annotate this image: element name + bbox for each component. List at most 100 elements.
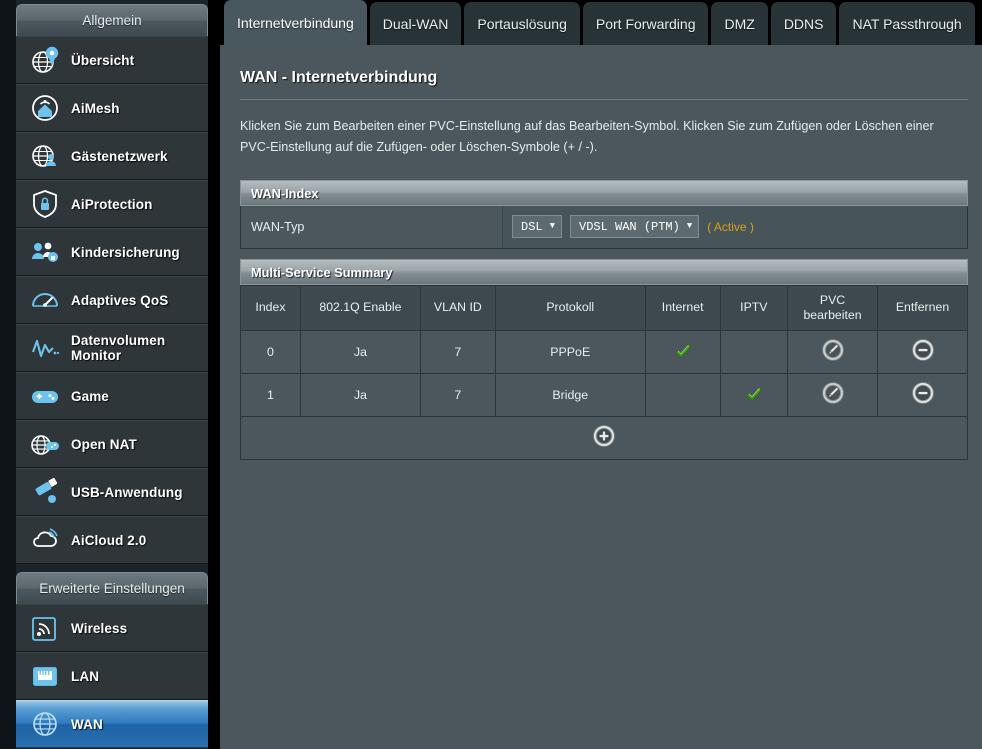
multi-service-panel-title: Multi-Service Summary xyxy=(240,259,968,285)
sidebar-item-label: Kindersicherung xyxy=(71,245,180,260)
cell-edit-pvc xyxy=(788,373,878,416)
ethernet-port-icon xyxy=(28,659,62,693)
column-header: PVC bearbeiten xyxy=(788,285,878,330)
sidebar-item-label: AiProtection xyxy=(71,197,152,212)
check-icon xyxy=(674,341,692,359)
wan-interface-select-value: VDSL WAN (PTM) xyxy=(579,220,680,234)
remove-minus-icon[interactable] xyxy=(911,381,935,405)
wan-type-controls: DSL ▼ VDSL WAN (PTM) ▼ ( Active ) xyxy=(503,206,967,248)
sidebar-item-adaptives-qos[interactable]: Adaptives QoS xyxy=(16,276,208,324)
tab-dual-wan[interactable]: Dual-WAN xyxy=(370,2,462,46)
tab-bar: InternetverbindungDual-WANPortauslösungP… xyxy=(220,0,982,46)
sidebar-item-label: USB-Anwendung xyxy=(71,485,183,500)
sidebar-item-label: Wireless xyxy=(71,621,127,636)
wan-type-select-value: DSL xyxy=(521,220,543,234)
wan-interface-select[interactable]: VDSL WAN (PTM) ▼ xyxy=(570,215,699,238)
waveform-icon xyxy=(28,331,62,365)
page-description: Klicken Sie zum Bearbeiten einer PVC-Ein… xyxy=(230,100,972,174)
wan-type-select[interactable]: DSL ▼ xyxy=(512,215,562,238)
cell-vlan-id: 7 xyxy=(420,373,495,416)
cell-iptv-disabled xyxy=(720,330,787,373)
globe-pin-icon xyxy=(28,43,62,77)
cell-iptv-enabled xyxy=(720,373,787,416)
sidebar-item-wireless[interactable]: Wireless xyxy=(16,604,208,652)
wan-type-label: WAN-Typ xyxy=(241,206,503,248)
column-header: Entfernen xyxy=(878,285,968,330)
wan-status-note: ( Active ) xyxy=(707,220,754,234)
tab-internetverbindung[interactable]: Internetverbindung xyxy=(224,0,367,46)
wan-type-row: WAN-Typ DSL ▼ VDSL WAN (PTM) ▼ ( Active … xyxy=(241,206,967,248)
parental-users-icon xyxy=(28,235,62,269)
router-admin-page: AllgemeinÜbersicht AiMesh Gästenetzwerk AiP… xyxy=(0,0,982,749)
shield-lock-icon xyxy=(28,187,62,221)
table-header-row: Index802.1Q EnableVLAN IDProtokollIntern… xyxy=(241,285,968,330)
cell-index: 0 xyxy=(241,330,301,373)
sidebar-item-label: Gästenetzwerk xyxy=(71,149,168,164)
sidebar-group-header: Allgemein xyxy=(16,4,208,36)
sidebar-item-label: Game xyxy=(71,389,109,404)
tab-portausl-sung[interactable]: Portauslösung xyxy=(464,2,580,46)
sidebar-item-kindersicherung[interactable]: Kindersicherung xyxy=(16,228,208,276)
column-header: VLAN ID xyxy=(420,285,495,330)
sidebar-item-datenvolumen-monitor[interactable]: Datenvolumen Monitor xyxy=(16,324,208,372)
sidebar-item-game[interactable]: Game xyxy=(16,372,208,420)
sidebar-item-label: Datenvolumen Monitor xyxy=(71,333,165,363)
sidebar-item-label: WAN xyxy=(71,717,103,732)
sidebar-item-aicloud-2-0[interactable]: AiCloud 2.0 xyxy=(16,516,208,564)
globe-gamepad-icon xyxy=(28,427,62,461)
table-add-row xyxy=(241,416,968,459)
sidebar-item-open-nat[interactable]: Open NAT xyxy=(16,420,208,468)
sidebar: AllgemeinÜbersicht AiMesh Gästenetzwerk AiP… xyxy=(0,0,220,749)
wan-index-panel: WAN-Index WAN-Typ DSL ▼ VDSL WAN (PTM) ▼… xyxy=(240,180,968,249)
tab-nat-passthrough[interactable]: NAT Passthrough xyxy=(839,2,974,46)
sidebar-group-1: AllgemeinÜbersicht AiMesh Gästenetzwerk AiP… xyxy=(16,4,208,564)
cloud-icon xyxy=(28,523,62,557)
globe-icon xyxy=(28,707,62,741)
sidebar-item-label: AiMesh xyxy=(71,101,120,116)
multi-service-table: Index802.1Q EnableVLAN IDProtokollIntern… xyxy=(240,285,968,460)
tab-port-forwarding[interactable]: Port Forwarding xyxy=(583,2,709,46)
main-content: WAN - Internetverbindung Klicken Sie zum… xyxy=(220,45,982,749)
edit-pencil-icon[interactable] xyxy=(821,381,845,405)
table-row: 1Ja7Bridge xyxy=(241,373,968,416)
wan-index-panel-body: WAN-Typ DSL ▼ VDSL WAN (PTM) ▼ ( Active … xyxy=(240,206,968,249)
sidebar-left-edge xyxy=(0,0,16,749)
page-title: WAN - Internetverbindung xyxy=(230,45,972,99)
usb-icon xyxy=(28,475,62,509)
sidebar-item-usb-anwendung[interactable]: USB-Anwendung xyxy=(16,468,208,516)
mesh-house-icon xyxy=(28,91,62,125)
wifi-icon xyxy=(28,611,62,645)
cell-remove xyxy=(878,330,968,373)
cell-dot1q-enable: Ja xyxy=(300,330,420,373)
sidebar-item-aiprotection[interactable]: AiProtection xyxy=(16,180,208,228)
sidebar-item-bersicht[interactable]: Übersicht xyxy=(16,36,208,84)
wan-index-panel-title: WAN-Index xyxy=(240,180,968,206)
table-row: 0Ja7PPPoE xyxy=(241,330,968,373)
sidebar-item-label: Open NAT xyxy=(71,437,137,452)
column-header: Internet xyxy=(645,285,720,330)
column-header: Protokoll xyxy=(495,285,645,330)
remove-minus-icon[interactable] xyxy=(911,338,935,362)
tab-dmz[interactable]: DMZ xyxy=(711,2,767,46)
cell-edit-pvc xyxy=(788,330,878,373)
sidebar-group-2: Erweiterte Einstellungen Wireless LAN WAN xyxy=(16,572,208,748)
column-header: 802.1Q Enable xyxy=(300,285,420,330)
add-plus-icon[interactable] xyxy=(592,424,616,448)
sidebar-group-header: Erweiterte Einstellungen xyxy=(16,572,208,604)
sidebar-item-lan[interactable]: LAN xyxy=(16,652,208,700)
sidebar-item-g-stenetzwerk[interactable]: Gästenetzwerk xyxy=(16,132,208,180)
tab-ddns[interactable]: DDNS xyxy=(771,2,837,46)
gamepad-icon xyxy=(28,379,62,413)
edit-pencil-icon[interactable] xyxy=(821,338,845,362)
cell-vlan-id: 7 xyxy=(420,330,495,373)
sidebar-item-aimesh[interactable]: AiMesh xyxy=(16,84,208,132)
add-pvc-cell xyxy=(241,416,968,459)
column-header: Index xyxy=(241,285,301,330)
multi-service-panel: Multi-Service Summary Index802.1Q Enable… xyxy=(240,259,968,460)
cell-internet-disabled xyxy=(645,373,720,416)
globe-users-icon xyxy=(28,139,62,173)
sidebar-item-label: AiCloud 2.0 xyxy=(71,533,146,548)
sidebar-item-wan[interactable]: WAN xyxy=(16,700,208,748)
cell-internet-enabled xyxy=(645,330,720,373)
cell-protokoll: Bridge xyxy=(495,373,645,416)
